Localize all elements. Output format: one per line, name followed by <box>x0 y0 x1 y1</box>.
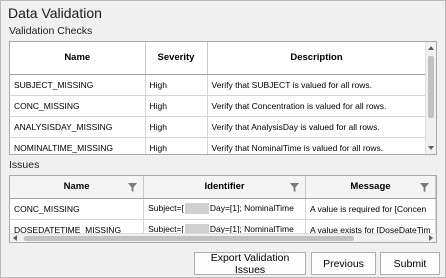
column-header-label: Name <box>63 181 90 193</box>
issues-horizontal-scrollbar[interactable] <box>10 233 436 242</box>
check-severity: High <box>145 137 208 154</box>
column-header-identifier[interactable]: Identifier <box>143 176 306 199</box>
previous-button[interactable]: Previous <box>311 252 376 275</box>
issues-label: Issues <box>9 159 40 171</box>
checks-vertical-scrollbar[interactable] <box>425 42 436 154</box>
table-row[interactable]: ANALYSISDAY_MISSING High Verify that Ana… <box>10 116 427 138</box>
check-severity: High <box>145 116 208 138</box>
issues-grid[interactable]: Name Identifier Message CONC_MISSING Sub… <box>9 175 437 243</box>
check-name: ANALYSISDAY_MISSING <box>10 116 146 138</box>
check-name: CONC_MISSING <box>10 95 146 117</box>
issues-table: Name Identifier Message CONC_MISSING Sub… <box>10 176 436 241</box>
check-name: SUBJECT_MISSING <box>10 74 146 96</box>
filter-icon[interactable] <box>420 183 429 192</box>
issue-identifier: Subject=[ Day=[1]; NominalTime <box>143 198 306 220</box>
window-title: Data Validation <box>8 5 102 21</box>
column-header-message[interactable]: Message <box>305 176 436 199</box>
column-header-name[interactable]: Name <box>10 42 146 75</box>
submit-button[interactable]: Submit <box>380 252 440 275</box>
scroll-down-icon[interactable] <box>428 146 434 150</box>
column-header-description[interactable]: Description <box>207 42 427 75</box>
table-row[interactable]: CONC_MISSING Subject=[ Day=[1]; NominalTi… <box>10 198 436 220</box>
check-severity: High <box>145 95 208 117</box>
redacted-block <box>184 203 209 215</box>
validation-checks-table: Name Severity Description SUBJECT_MISSIN… <box>10 42 427 154</box>
filter-icon[interactable] <box>128 183 138 192</box>
table-row[interactable]: SUBJECT_MISSING High Verify that SUBJECT… <box>10 74 427 96</box>
issue-name: CONC_MISSING <box>10 198 145 220</box>
scroll-thumb[interactable] <box>24 236 354 241</box>
identifier-prefix: Subject=[ <box>148 202 184 213</box>
scroll-thumb[interactable] <box>428 56 434 118</box>
data-validation-window: Data Validation Validation Checks Name S… <box>0 0 446 278</box>
table-row[interactable]: NOMINALTIME_MISSING High Verify that Nom… <box>10 137 427 154</box>
check-description: Verify that AnalysisDay is valued for al… <box>207 116 427 138</box>
column-header-label: Message <box>350 181 391 193</box>
column-header-name[interactable]: Name <box>10 176 145 199</box>
check-name: NOMINALTIME_MISSING <box>10 137 146 154</box>
validation-checks-label: Validation Checks <box>9 25 93 37</box>
identifier-suffix: Day=[1]; NominalTime <box>209 202 294 213</box>
issue-message: A value is required for [Concen <box>305 198 436 220</box>
scroll-left-icon[interactable] <box>13 235 17 241</box>
checks-header-row: Name Severity Description <box>10 42 427 75</box>
check-severity: High <box>145 74 208 96</box>
check-description: Verify that NominalTime is valued for al… <box>207 137 427 154</box>
check-description: Verify that SUBJECT is valued for all ro… <box>207 74 427 96</box>
check-description: Verify that Concentration is valued for … <box>207 95 427 117</box>
export-validation-issues-button[interactable]: Export Validation Issues <box>194 252 306 276</box>
validation-checks-grid[interactable]: Name Severity Description SUBJECT_MISSIN… <box>9 41 437 155</box>
scroll-up-icon[interactable] <box>428 46 434 50</box>
scroll-right-icon[interactable] <box>429 235 433 241</box>
issues-header-row: Name Identifier Message <box>10 176 436 199</box>
column-header-label: Identifier <box>204 181 245 193</box>
table-row[interactable]: CONC_MISSING High Verify that Concentrat… <box>10 95 427 117</box>
column-header-severity[interactable]: Severity <box>145 42 208 75</box>
filter-icon[interactable] <box>290 183 299 192</box>
